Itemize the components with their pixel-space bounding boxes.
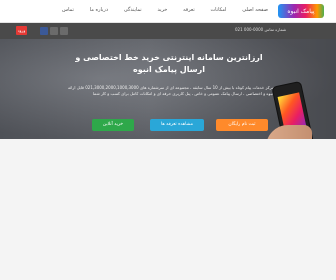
hero-description: مرکز خدمات پیام کوتاه با بیش از 10 سال س…: [68, 85, 274, 96]
nav-item[interactable]: امکانات: [210, 7, 226, 13]
sub-bar: ورود شماره تماس 0000-000 021: [0, 23, 336, 39]
nav-item[interactable]: درباره ما: [90, 7, 108, 13]
nav-item[interactable]: خرید: [157, 7, 167, 13]
signup-button[interactable]: ثبت نام رایگان: [216, 119, 268, 131]
pricing-button[interactable]: مشاهده تعرفه ها: [150, 119, 204, 131]
facebook-icon[interactable]: [40, 27, 48, 35]
nav-item[interactable]: تماس: [62, 7, 74, 13]
page-content-area: [0, 139, 336, 280]
login-button[interactable]: ورود: [16, 26, 27, 35]
buy-online-button[interactable]: خرید آنلاین: [92, 119, 134, 131]
twitter-icon[interactable]: [50, 27, 58, 35]
main-nav: تماس درباره ما نمایندگی خرید تعرفه امکان…: [62, 7, 268, 13]
nav-item[interactable]: صفحه اصلی: [242, 7, 268, 13]
brand-logo[interactable]: پیامک انبوه: [278, 4, 324, 18]
nav-item[interactable]: تعرفه: [183, 7, 195, 13]
top-navbar: پیامک انبوه تماس درباره ما نمایندگی خرید…: [0, 0, 336, 23]
logo-text: پیامک انبوه: [287, 7, 315, 15]
contact-info: شماره تماس 0000-000 021: [235, 27, 287, 32]
hero-title: ارزانترین سامانه اینترنتی خرید خط اختصاص…: [75, 53, 263, 74]
nav-item[interactable]: نمایندگی: [124, 7, 142, 13]
googleplus-icon[interactable]: [60, 27, 68, 35]
